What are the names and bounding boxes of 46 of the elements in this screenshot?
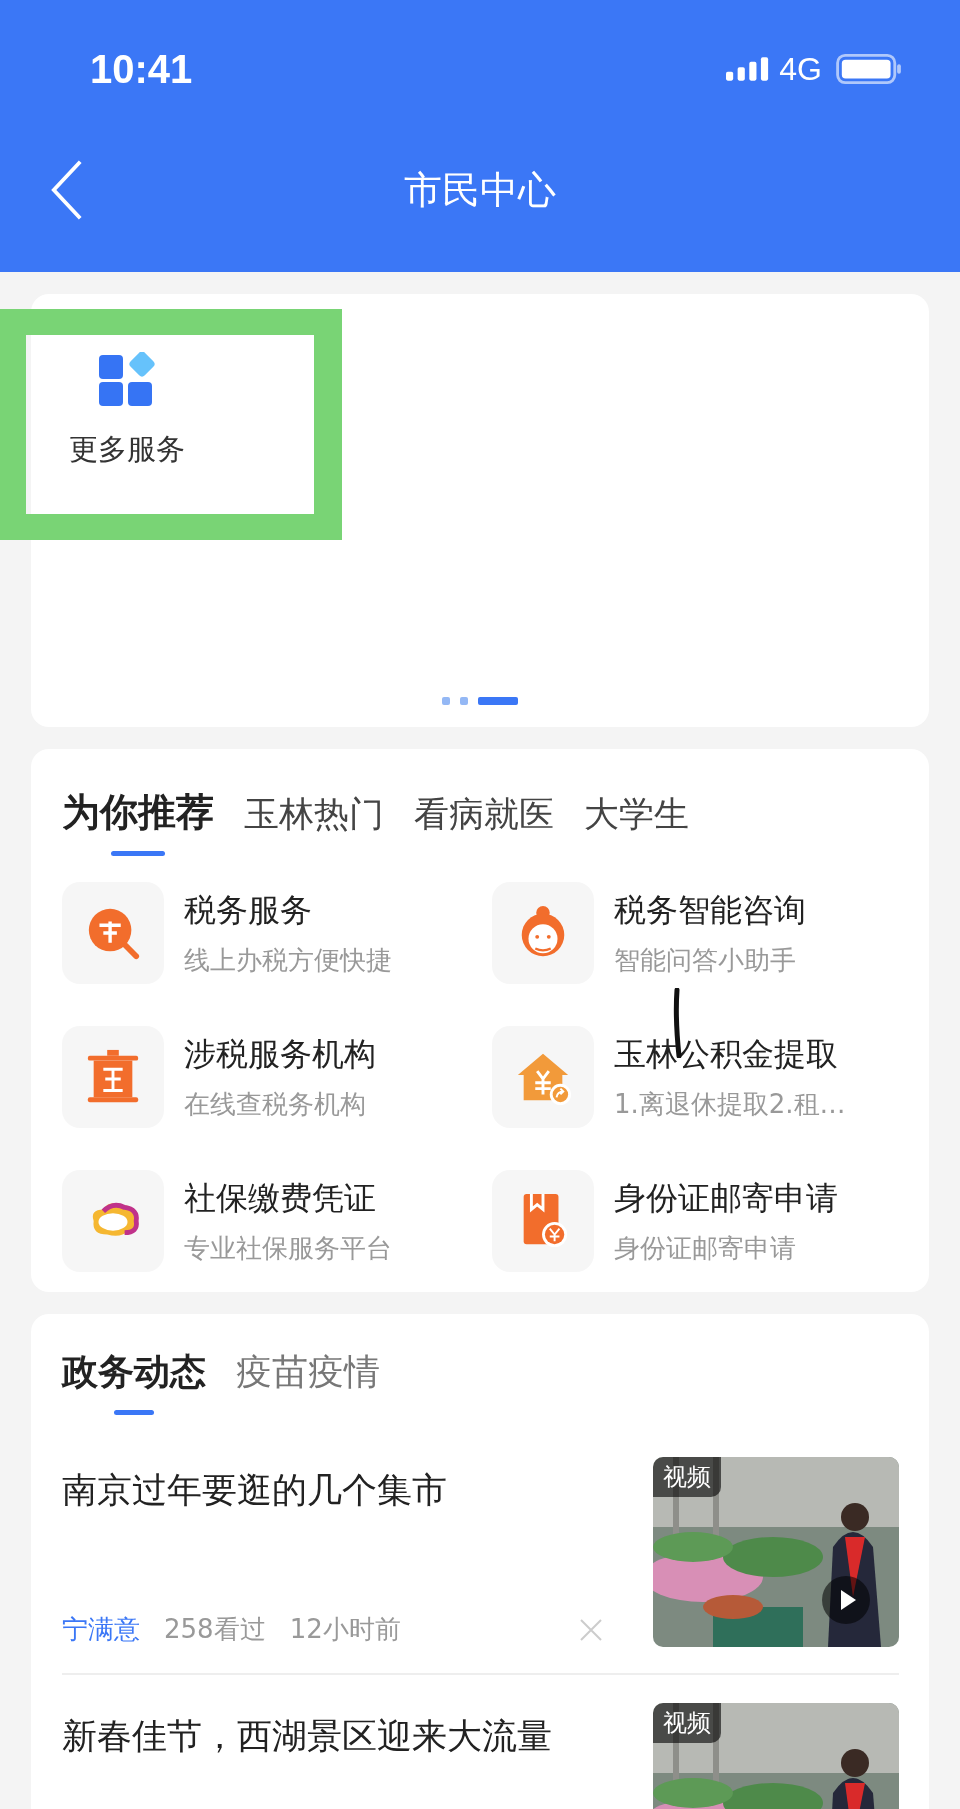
service-subtitle: 专业社保服务平台 <box>184 1231 392 1265</box>
service-title: 税务服务 <box>184 889 313 931</box>
article-title[interactable]: 南京过年要逛的几个集市 <box>62 1467 633 1514</box>
close-icon <box>579 1617 603 1642</box>
grid-icon <box>99 352 155 408</box>
video-badge: 视频 <box>653 1703 721 1743</box>
service-item[interactable]: 税务智能咨询 智能问答小助手 <box>492 882 929 984</box>
page-indicator[interactable] <box>478 697 518 705</box>
service-item[interactable]: 税务服务 线上办税方便快捷 <box>62 882 492 984</box>
battery-icon <box>836 54 902 84</box>
clock-time: 10:41 <box>90 46 193 92</box>
service-subtitle: 1.离退休提取2.租… <box>614 1087 846 1121</box>
article-source[interactable]: 宁满意 <box>62 1612 140 1647</box>
service-subtitle: 智能问答小助手 <box>614 943 797 977</box>
tab[interactable]: 政务动态 <box>62 1348 206 1415</box>
service-item[interactable]: 涉税服务机构 在线查税务机构 <box>62 1026 492 1128</box>
play-icon[interactable] <box>821 1575 871 1625</box>
service-title: 身份证邮寄申请 <box>614 1177 838 1219</box>
video-badge: 视频 <box>653 1457 721 1497</box>
service-shortcut[interactable]: 更多服务 <box>62 352 192 470</box>
page-indicator[interactable] <box>442 697 450 705</box>
service-title: 涉税服务机构 <box>184 1033 376 1075</box>
network-label: 4G <box>779 50 822 88</box>
service-title: 玉林公积金提取 <box>614 1033 839 1075</box>
service-item[interactable]: 社保缴费凭证 专业社保服务平台 <box>62 1170 492 1272</box>
tab[interactable]: 看病就医 <box>414 791 554 856</box>
tab[interactable]: 大学生 <box>584 791 689 856</box>
tab[interactable]: 为你推荐 <box>62 787 214 856</box>
page-indicator[interactable] <box>460 697 468 705</box>
back-button[interactable] <box>50 159 84 221</box>
article-title[interactable]: 新春佳节，西湖景区迎来大流量 <box>62 1713 633 1760</box>
page-title: 市民中心 <box>403 166 557 214</box>
signal-icon <box>726 57 770 81</box>
service-item[interactable]: 玉林公积金提取 1.离退休提取2.租… <box>492 1026 929 1128</box>
service-title: 税务智能咨询 <box>614 889 806 931</box>
publish-time: 12小时前 <box>289 1613 401 1646</box>
tab[interactable]: 玉林热门 <box>244 791 384 856</box>
close-button[interactable] <box>579 1617 603 1642</box>
view-count: 258看过 <box>164 1613 266 1646</box>
service-title: 社保缴费凭证 <box>184 1177 377 1219</box>
service-subtitle: 在线查税务机构 <box>184 1087 367 1121</box>
service-subtitle: 身份证邮寄申请 <box>614 1231 797 1265</box>
tab[interactable]: 疫苗疫情 <box>236 1348 380 1415</box>
service-item[interactable]: 身份证邮寄申请 身份证邮寄申请 <box>492 1170 929 1272</box>
back-icon <box>50 159 84 221</box>
service-subtitle: 线上办税方便快捷 <box>184 943 392 977</box>
